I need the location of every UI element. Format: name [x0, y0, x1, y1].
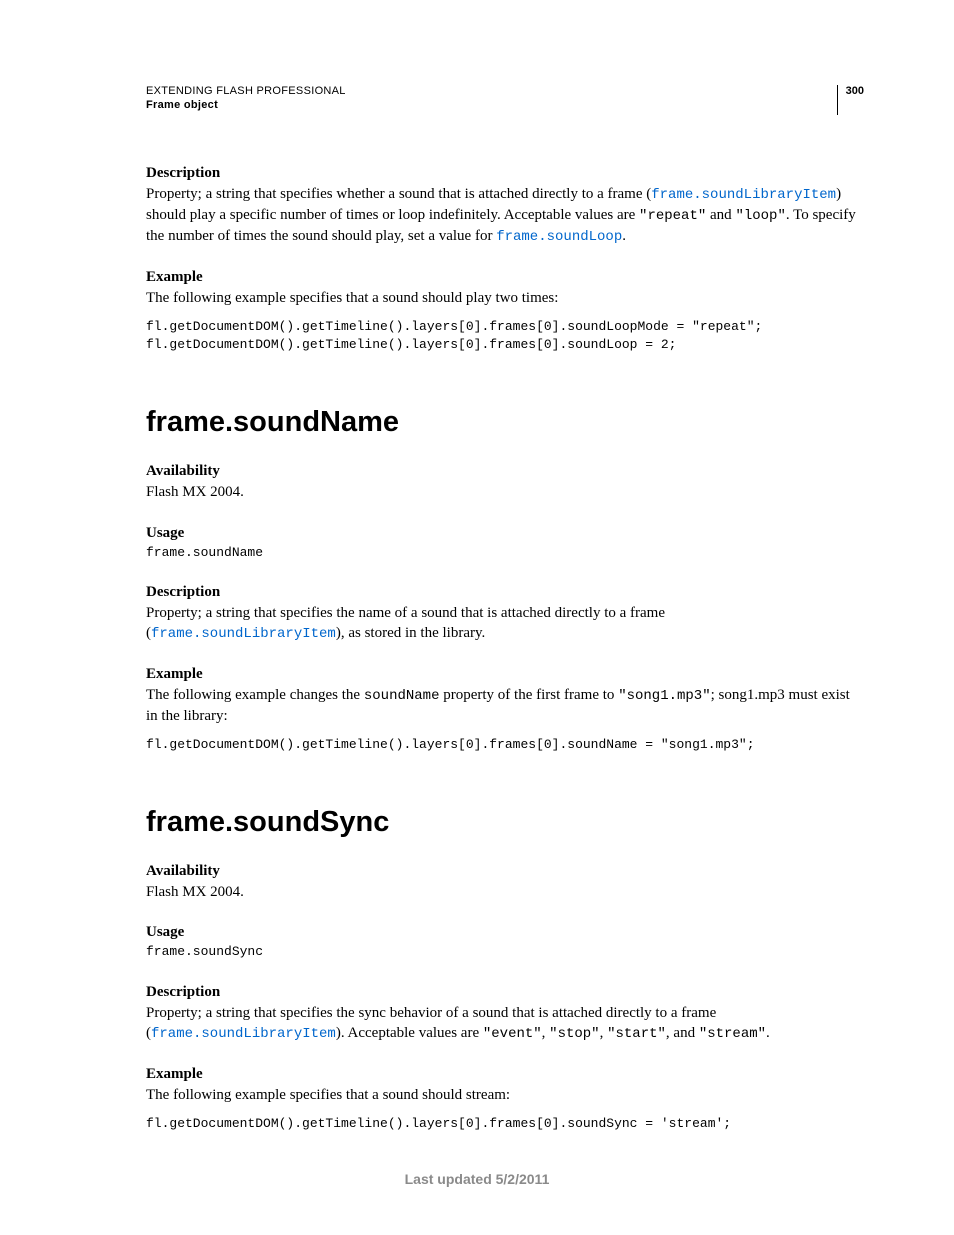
example-intro: The following example specifies that a s…: [146, 1085, 864, 1105]
code-block: fl.getDocumentDOM().getTimeline().layers…: [146, 318, 864, 354]
section-soundsync: frame.soundSync Availability Flash MX 20…: [146, 806, 864, 1133]
usage-code: frame.soundName: [146, 544, 864, 562]
availability-text: Flash MX 2004.: [146, 882, 864, 902]
heading-availability: Availability: [146, 863, 864, 880]
code-block: fl.getDocumentDOM().getTimeline().layers…: [146, 736, 864, 754]
page: EXTENDING FLASH PROFESSIONAL Frame objec…: [0, 0, 954, 1235]
literal-stream: "stream": [699, 1026, 766, 1042]
literal-song1mp3: "song1.mp3": [618, 688, 710, 704]
doc-title: EXTENDING FLASH PROFESSIONAL: [146, 85, 346, 97]
api-title-soundname: frame.soundName: [146, 406, 864, 439]
literal-loop: "loop": [735, 208, 785, 224]
heading-usage: Usage: [146, 525, 864, 542]
heading-availability: Availability: [146, 463, 864, 480]
heading-description: Description: [146, 165, 864, 182]
section-soundloopmode-continued: Description Property; a string that spec…: [146, 165, 864, 354]
page-number: 300: [837, 85, 864, 115]
link-soundloop[interactable]: frame.soundLoop: [496, 229, 622, 245]
usage-code: frame.soundSync: [146, 943, 864, 961]
availability-text: Flash MX 2004.: [146, 482, 864, 502]
link-soundlibraryitem[interactable]: frame.soundLibraryItem: [151, 626, 336, 642]
heading-example: Example: [146, 666, 864, 683]
code-block: fl.getDocumentDOM().getTimeline().layers…: [146, 1115, 864, 1133]
header-left: EXTENDING FLASH PROFESSIONAL Frame objec…: [146, 85, 346, 111]
description-text: Property; a string that specifies whethe…: [146, 184, 864, 247]
doc-section: Frame object: [146, 99, 346, 111]
heading-description: Description: [146, 584, 864, 601]
heading-description: Description: [146, 984, 864, 1001]
heading-usage: Usage: [146, 924, 864, 941]
literal-start: "start": [607, 1026, 666, 1042]
section-soundname: frame.soundName Availability Flash MX 20…: [146, 406, 864, 754]
footer-last-updated: Last updated 5/2/2011: [0, 1171, 954, 1187]
heading-example: Example: [146, 1066, 864, 1083]
heading-example: Example: [146, 269, 864, 286]
literal-repeat: "repeat": [639, 208, 706, 224]
link-soundlibraryitem[interactable]: frame.soundLibraryItem: [151, 1026, 336, 1042]
api-title-soundsync: frame.soundSync: [146, 806, 864, 839]
literal-stop: "stop": [549, 1026, 599, 1042]
example-intro: The following example specifies that a s…: [146, 288, 864, 308]
description-text: Property; a string that specifies the na…: [146, 603, 864, 644]
literal-event: "event": [483, 1026, 542, 1042]
literal-soundname: soundName: [364, 688, 440, 704]
example-intro: The following example changes the soundN…: [146, 685, 864, 726]
page-header: EXTENDING FLASH PROFESSIONAL Frame objec…: [146, 85, 864, 115]
description-text: Property; a string that specifies the sy…: [146, 1003, 864, 1044]
link-soundlibraryitem[interactable]: frame.soundLibraryItem: [651, 187, 836, 203]
